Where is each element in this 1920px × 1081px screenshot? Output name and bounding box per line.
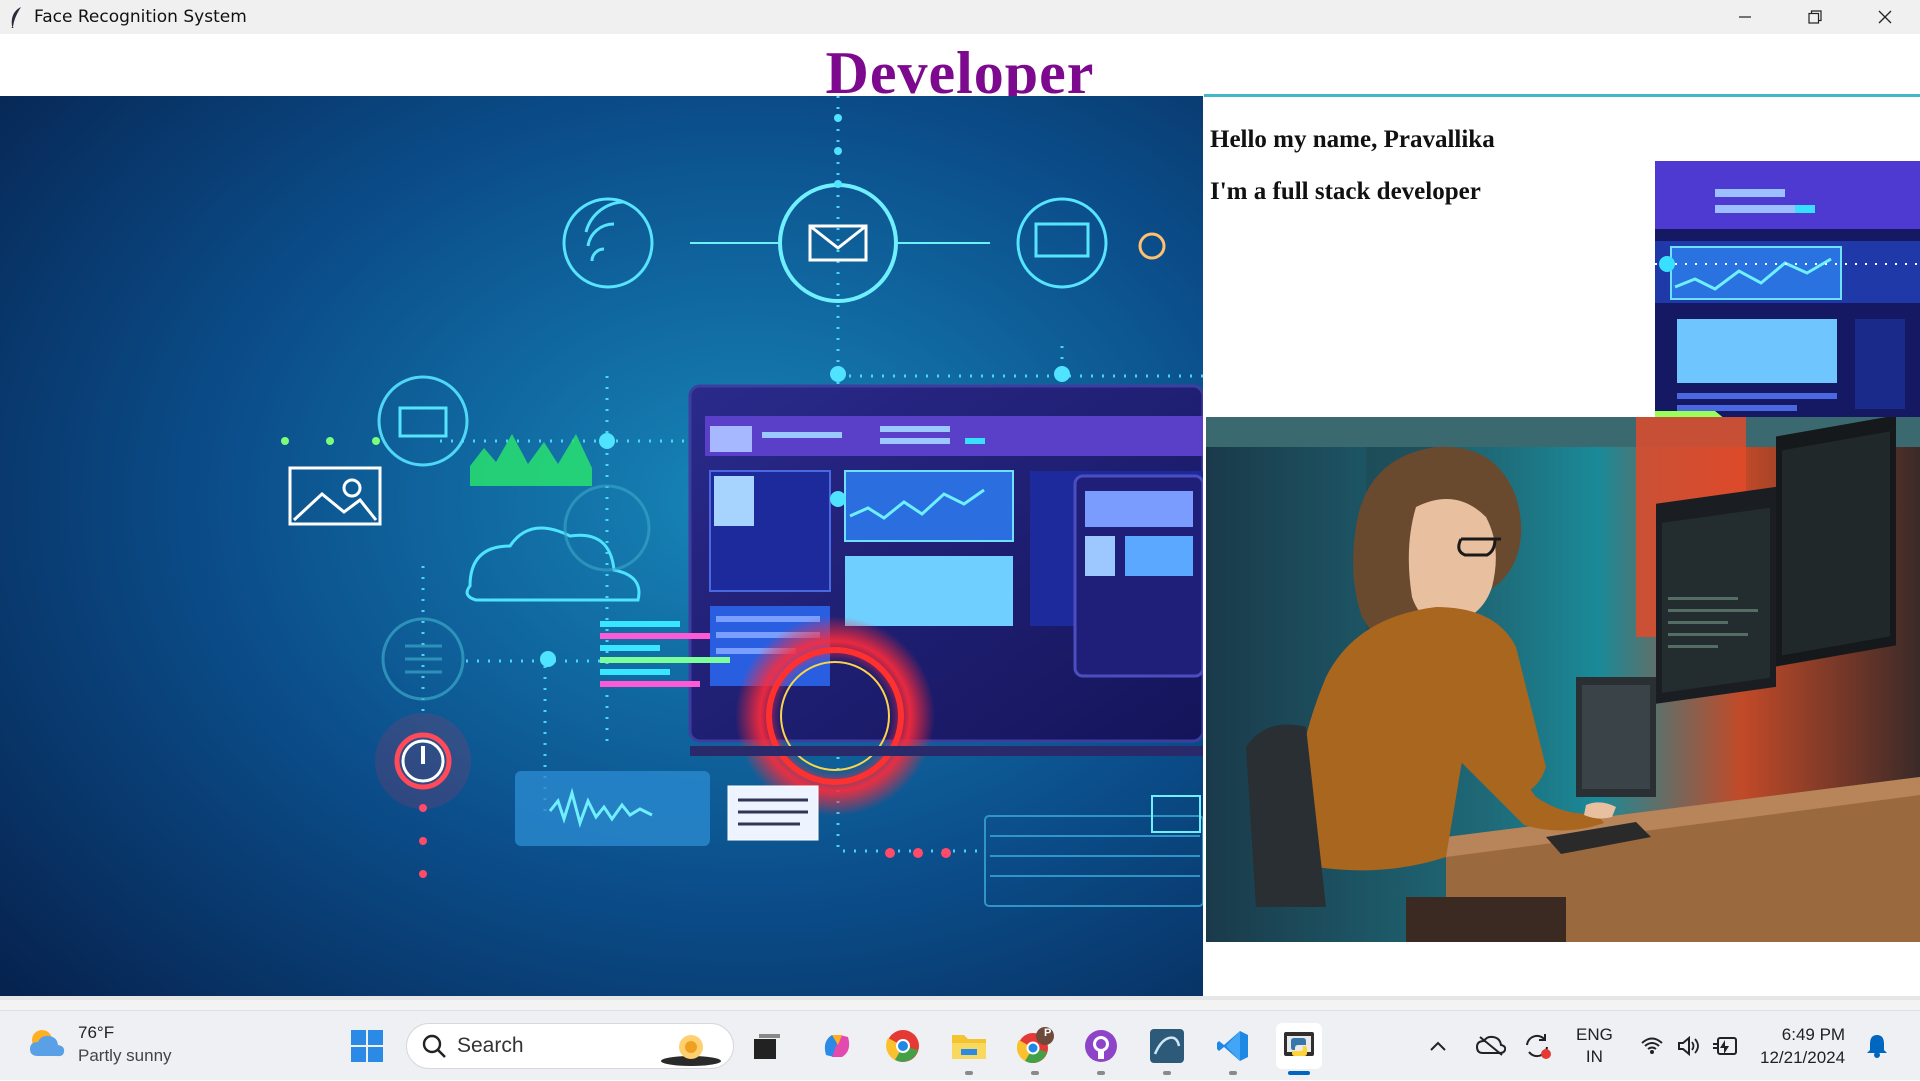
start-button[interactable] [344, 1023, 390, 1069]
mysql-workbench-button[interactable] [1144, 1023, 1190, 1075]
language-code: ENG [1576, 1025, 1613, 1044]
copilot-icon [824, 1035, 850, 1057]
sync-tray-button[interactable] [1522, 1011, 1552, 1081]
weather-temperature: 76°F [78, 1023, 115, 1042]
partly-sunny-icon [30, 1030, 65, 1057]
feather-app-icon [8, 6, 24, 28]
hero-illustration [0, 96, 1203, 996]
restore-button[interactable] [1780, 0, 1850, 34]
chrome-profile-button[interactable]: P [1012, 1023, 1058, 1075]
greeting-text: Hello my name, Pravallika [1210, 126, 1495, 153]
search-placeholder: Search [457, 1034, 524, 1057]
taskbar-search-box[interactable]: Search [406, 1023, 734, 1069]
github-desktop-button[interactable] [1078, 1023, 1124, 1075]
file-explorer-button[interactable] [946, 1023, 992, 1075]
vscode-button[interactable] [1210, 1023, 1256, 1075]
clock-time: 6:49 PM [1781, 1025, 1846, 1044]
copilot-button[interactable] [814, 1023, 860, 1069]
task-view-icon [754, 1034, 780, 1059]
window-title: Face Recognition System [34, 7, 247, 27]
close-button[interactable] [1850, 0, 1920, 34]
chrome-icon [886, 1030, 919, 1062]
heading-divider [1204, 94, 1920, 97]
running-indicator [965, 1071, 973, 1075]
running-indicator [1229, 1071, 1237, 1075]
search-icon [422, 1034, 446, 1058]
intro-text-block: Hello my name, Pravallika I'm a full sta… [1210, 114, 1650, 218]
running-indicator [1031, 1071, 1039, 1075]
search-highlight-icon [661, 1035, 721, 1066]
battery-charging-icon [1713, 1037, 1737, 1055]
running-indicator [1097, 1071, 1105, 1075]
onedrive-tray-button[interactable] [1476, 1011, 1506, 1081]
minimize-icon [1739, 16, 1751, 18]
dashboard-thumbnail-image [1655, 161, 1920, 419]
title-bar: Face Recognition System [0, 0, 1920, 34]
app-window: Developer Hello my name, Pravallika I'm … [0, 34, 1920, 1000]
start-icon [351, 1030, 383, 1062]
chrome-profile-badge: P [1044, 1027, 1052, 1039]
role-text: I'm a full stack developer [1210, 178, 1481, 205]
github-desktop-icon [1085, 1030, 1117, 1062]
window-frame-gap [0, 1000, 1920, 1010]
volume-icon [1678, 1035, 1699, 1057]
active-indicator [1288, 1071, 1310, 1075]
developer-photo [1206, 417, 1920, 942]
mysql-workbench-icon [1150, 1029, 1184, 1063]
weather-widget[interactable]: 76°F Partly sunny [26, 1021, 172, 1067]
page-heading-bar: Developer [0, 34, 1920, 106]
region-code: IN [1585, 1047, 1603, 1066]
clock-date: 12/21/2024 [1760, 1048, 1846, 1067]
restore-icon [1808, 10, 1822, 24]
sync-alert-icon [1526, 1034, 1551, 1059]
minimize-button[interactable] [1710, 0, 1780, 34]
chevron-up-icon [1430, 1041, 1446, 1051]
quick-settings-button[interactable] [1640, 1011, 1738, 1081]
task-view-button[interactable] [744, 1023, 790, 1069]
python-app-button[interactable] [1276, 1023, 1322, 1075]
bell-icon [1867, 1035, 1887, 1058]
running-indicator [1163, 1071, 1171, 1075]
chrome-button[interactable] [880, 1023, 926, 1069]
wifi-icon [1641, 1037, 1663, 1054]
close-icon [1878, 10, 1892, 24]
language-switcher[interactable]: ENG IN [1576, 1011, 1613, 1081]
taskbar: 76°F Partly sunny Search P ENG IN 6:49 P… [0, 1010, 1920, 1080]
python-icon [1284, 1032, 1314, 1056]
cloud-off-icon [1476, 1035, 1506, 1056]
show-hidden-icons-button[interactable] [1428, 1011, 1448, 1081]
file-explorer-icon [952, 1035, 986, 1059]
notifications-button[interactable] [1866, 1011, 1888, 1081]
weather-description: Partly sunny [78, 1046, 172, 1065]
clock-button[interactable]: 6:49 PM 12/21/2024 [1760, 1011, 1845, 1081]
vscode-icon [1217, 1031, 1248, 1061]
